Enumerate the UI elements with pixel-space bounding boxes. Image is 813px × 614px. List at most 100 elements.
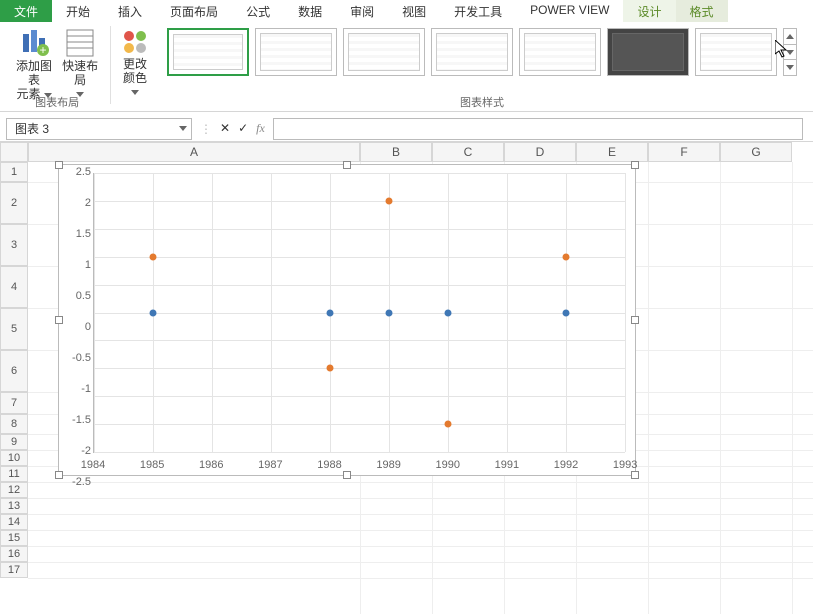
y-tick-label: 0 (67, 321, 91, 333)
row-header-3[interactable]: 3 (0, 224, 28, 266)
tab-review[interactable]: 审阅 (336, 0, 388, 22)
worksheet: ABCDEFG 1234567891011121314151617 2.521.… (0, 142, 813, 614)
tab-format[interactable]: 格式 (676, 0, 728, 22)
svg-text:+: + (40, 43, 47, 57)
resize-handle[interactable] (631, 316, 639, 324)
row-header-6[interactable]: 6 (0, 350, 28, 392)
row-header-11[interactable]: 11 (0, 466, 28, 482)
row-header-8[interactable]: 8 (0, 414, 28, 434)
chart-style-gallery (163, 26, 801, 78)
col-header-D[interactable]: D (504, 142, 576, 162)
row-header-1[interactable]: 1 (0, 162, 28, 182)
data-point[interactable] (563, 253, 570, 260)
row-header-15[interactable]: 15 (0, 530, 28, 546)
group-chart-styles: 图表样式 (157, 26, 807, 112)
chart-style-more[interactable] (783, 28, 797, 76)
tab-data[interactable]: 数据 (284, 0, 336, 22)
group-change-colors: 更改颜色 (113, 26, 157, 112)
col-header-B[interactable]: B (360, 142, 432, 162)
formula-input[interactable] (273, 118, 803, 140)
col-header-A[interactable]: A (28, 142, 360, 162)
data-point[interactable] (563, 309, 570, 316)
cell-grid[interactable]: 2.521.510.50-0.5-1-1.5-2-2.5198419851986… (28, 162, 813, 614)
tab-file[interactable]: 文件 (0, 0, 52, 22)
accept-icon[interactable]: ✓ (238, 121, 248, 136)
chart-style-4[interactable] (431, 28, 513, 76)
chart-style-2[interactable] (255, 28, 337, 76)
chevron-down-icon (179, 126, 187, 131)
x-tick-label: 1987 (258, 459, 282, 471)
resize-handle[interactable] (343, 471, 351, 479)
chart-style-5[interactable] (519, 28, 601, 76)
tab-design[interactable]: 设计 (623, 0, 675, 22)
resize-handle[interactable] (631, 471, 639, 479)
tab-view[interactable]: 视图 (388, 0, 440, 22)
tab-page-layout[interactable]: 页面布局 (156, 0, 232, 22)
resize-handle[interactable] (55, 471, 63, 479)
change-colors-icon (121, 28, 149, 56)
group-chart-layout: + 添加图表元素 快速布局 图表布局 (6, 26, 108, 112)
change-colors-label-1: 更改 (123, 57, 147, 71)
col-header-C[interactable]: C (432, 142, 504, 162)
chart-style-7[interactable] (695, 28, 777, 76)
data-point[interactable] (327, 309, 334, 316)
col-header-F[interactable]: F (648, 142, 720, 162)
col-header-G[interactable]: G (720, 142, 792, 162)
ribbon: + 添加图表元素 快速布局 图表布局 更改颜色 (0, 22, 813, 112)
y-tick-label: -1.5 (67, 414, 91, 426)
add-chart-element-label-1: 添加图表 (16, 59, 52, 87)
data-point[interactable] (386, 197, 393, 204)
quick-layout-button[interactable]: 快速布局 (58, 26, 102, 104)
x-tick-label: 1984 (81, 459, 105, 471)
add-chart-element-icon: + (19, 28, 49, 58)
row-header-5[interactable]: 5 (0, 308, 28, 350)
tab-developer[interactable]: 开发工具 (440, 0, 516, 22)
resize-handle[interactable] (343, 161, 351, 169)
quick-layout-label: 快速布局 (62, 59, 98, 87)
data-point[interactable] (445, 309, 452, 316)
y-tick-label: 1.5 (67, 228, 91, 240)
resize-handle[interactable] (631, 161, 639, 169)
data-point[interactable] (150, 253, 157, 260)
name-box[interactable]: 图表 3 (6, 118, 192, 140)
data-point[interactable] (386, 309, 393, 316)
data-point[interactable] (150, 309, 157, 316)
chart-style-6[interactable] (607, 28, 689, 76)
y-tick-label: -2 (67, 445, 91, 457)
select-all-corner[interactable] (0, 142, 28, 162)
x-tick-label: 1992 (554, 459, 578, 471)
cancel-icon[interactable]: ✕ (220, 121, 230, 136)
add-chart-element-button[interactable]: + 添加图表元素 (12, 26, 56, 104)
fx-icon[interactable]: fx (256, 121, 265, 136)
data-point[interactable] (327, 365, 334, 372)
chart-style-3[interactable] (343, 28, 425, 76)
row-header-4[interactable]: 4 (0, 266, 28, 308)
row-header-9[interactable]: 9 (0, 434, 28, 450)
row-header-2[interactable]: 2 (0, 182, 28, 224)
row-header-13[interactable]: 13 (0, 498, 28, 514)
resize-handle[interactable] (55, 161, 63, 169)
col-header-E[interactable]: E (576, 142, 648, 162)
row-header-16[interactable]: 16 (0, 546, 28, 562)
y-tick-label: -0.5 (67, 352, 91, 364)
resize-handle[interactable] (55, 316, 63, 324)
menu-tabs: 文件 开始 插入 页面布局 公式 数据 审阅 视图 开发工具 POWER VIE… (0, 0, 813, 22)
tab-powerview[interactable]: POWER VIEW (516, 0, 623, 22)
row-header-17[interactable]: 17 (0, 562, 28, 578)
chart-object[interactable]: 2.521.510.50-0.5-1-1.5-2-2.5198419851986… (58, 164, 636, 476)
chevron-down-icon (786, 50, 794, 55)
row-header-7[interactable]: 7 (0, 392, 28, 414)
chart-style-1[interactable] (167, 28, 249, 76)
tab-insert[interactable]: 插入 (104, 0, 156, 22)
row-header-14[interactable]: 14 (0, 514, 28, 530)
y-tick-label: 2 (67, 197, 91, 209)
chevron-down-icon (786, 65, 794, 70)
tab-formula[interactable]: 公式 (232, 0, 284, 22)
row-header-12[interactable]: 12 (0, 482, 28, 498)
tab-home[interactable]: 开始 (52, 0, 104, 22)
change-colors-button[interactable]: 更改颜色 (117, 26, 153, 101)
chevron-up-icon (786, 34, 794, 39)
row-header-10[interactable]: 10 (0, 450, 28, 466)
data-point[interactable] (445, 421, 452, 428)
plot-area[interactable] (93, 173, 625, 453)
